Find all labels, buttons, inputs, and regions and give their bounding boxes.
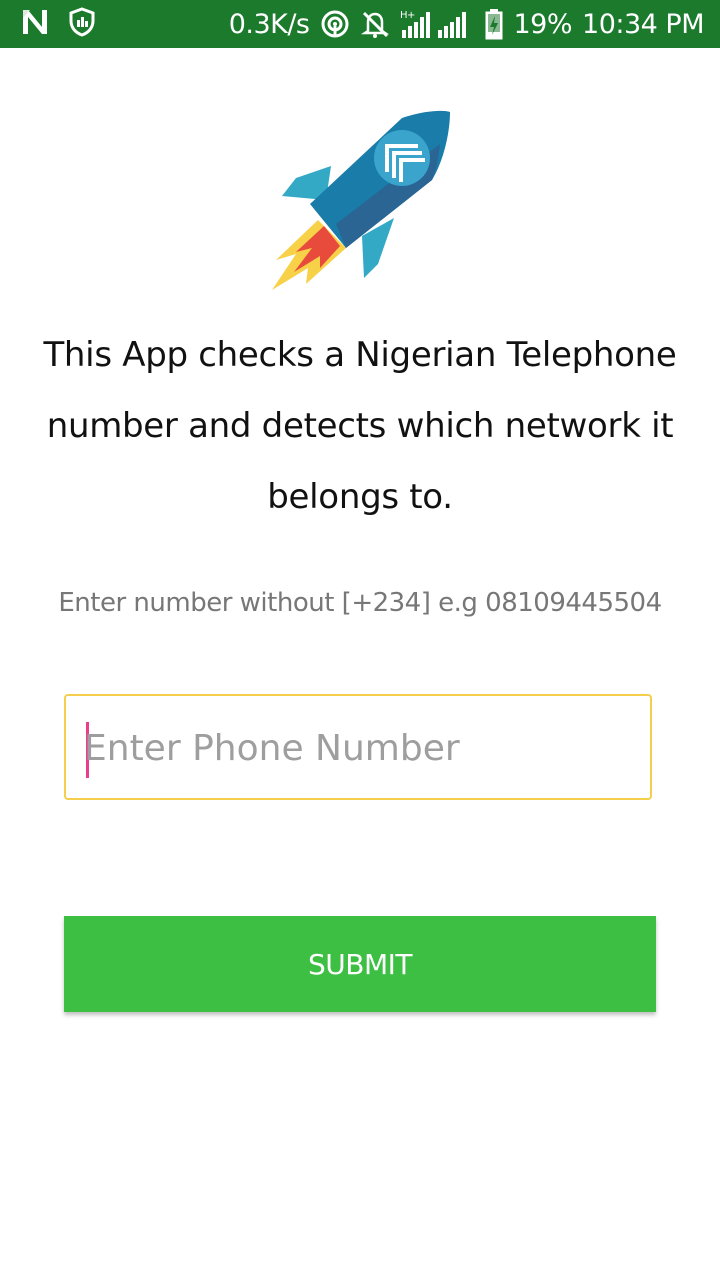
- battery-icon: [484, 8, 504, 40]
- phone-number-field[interactable]: [64, 694, 652, 800]
- hotspot-icon: [320, 9, 350, 39]
- phone-number-input[interactable]: [84, 710, 624, 786]
- app-screen: 0.3K/s H+ 19% 10:34 PM This App checks a…: [0, 0, 720, 1280]
- status-bar-left: [20, 7, 96, 41]
- battery-percent: 19%: [513, 8, 573, 40]
- signal-icon: H+: [400, 8, 474, 40]
- rocket-icon: [266, 108, 456, 296]
- n-app-icon: [20, 8, 50, 40]
- status-bar-right: 0.3K/s H+ 19% 10:34 PM: [229, 0, 704, 48]
- status-bar: 0.3K/s H+ 19% 10:34 PM: [0, 0, 720, 48]
- app-description: This App checks a Nigerian Telephone num…: [43, 335, 677, 517]
- shield-icon: [68, 7, 96, 41]
- svg-text:H+: H+: [400, 10, 415, 21]
- mute-icon: [360, 9, 390, 39]
- submit-button[interactable]: SUBMIT: [64, 916, 656, 1012]
- clock: 10:34 PM: [582, 8, 704, 40]
- input-hint: Enter number without [+234] e.g 08109445…: [58, 588, 662, 618]
- network-speed: 0.3K/s: [228, 8, 310, 40]
